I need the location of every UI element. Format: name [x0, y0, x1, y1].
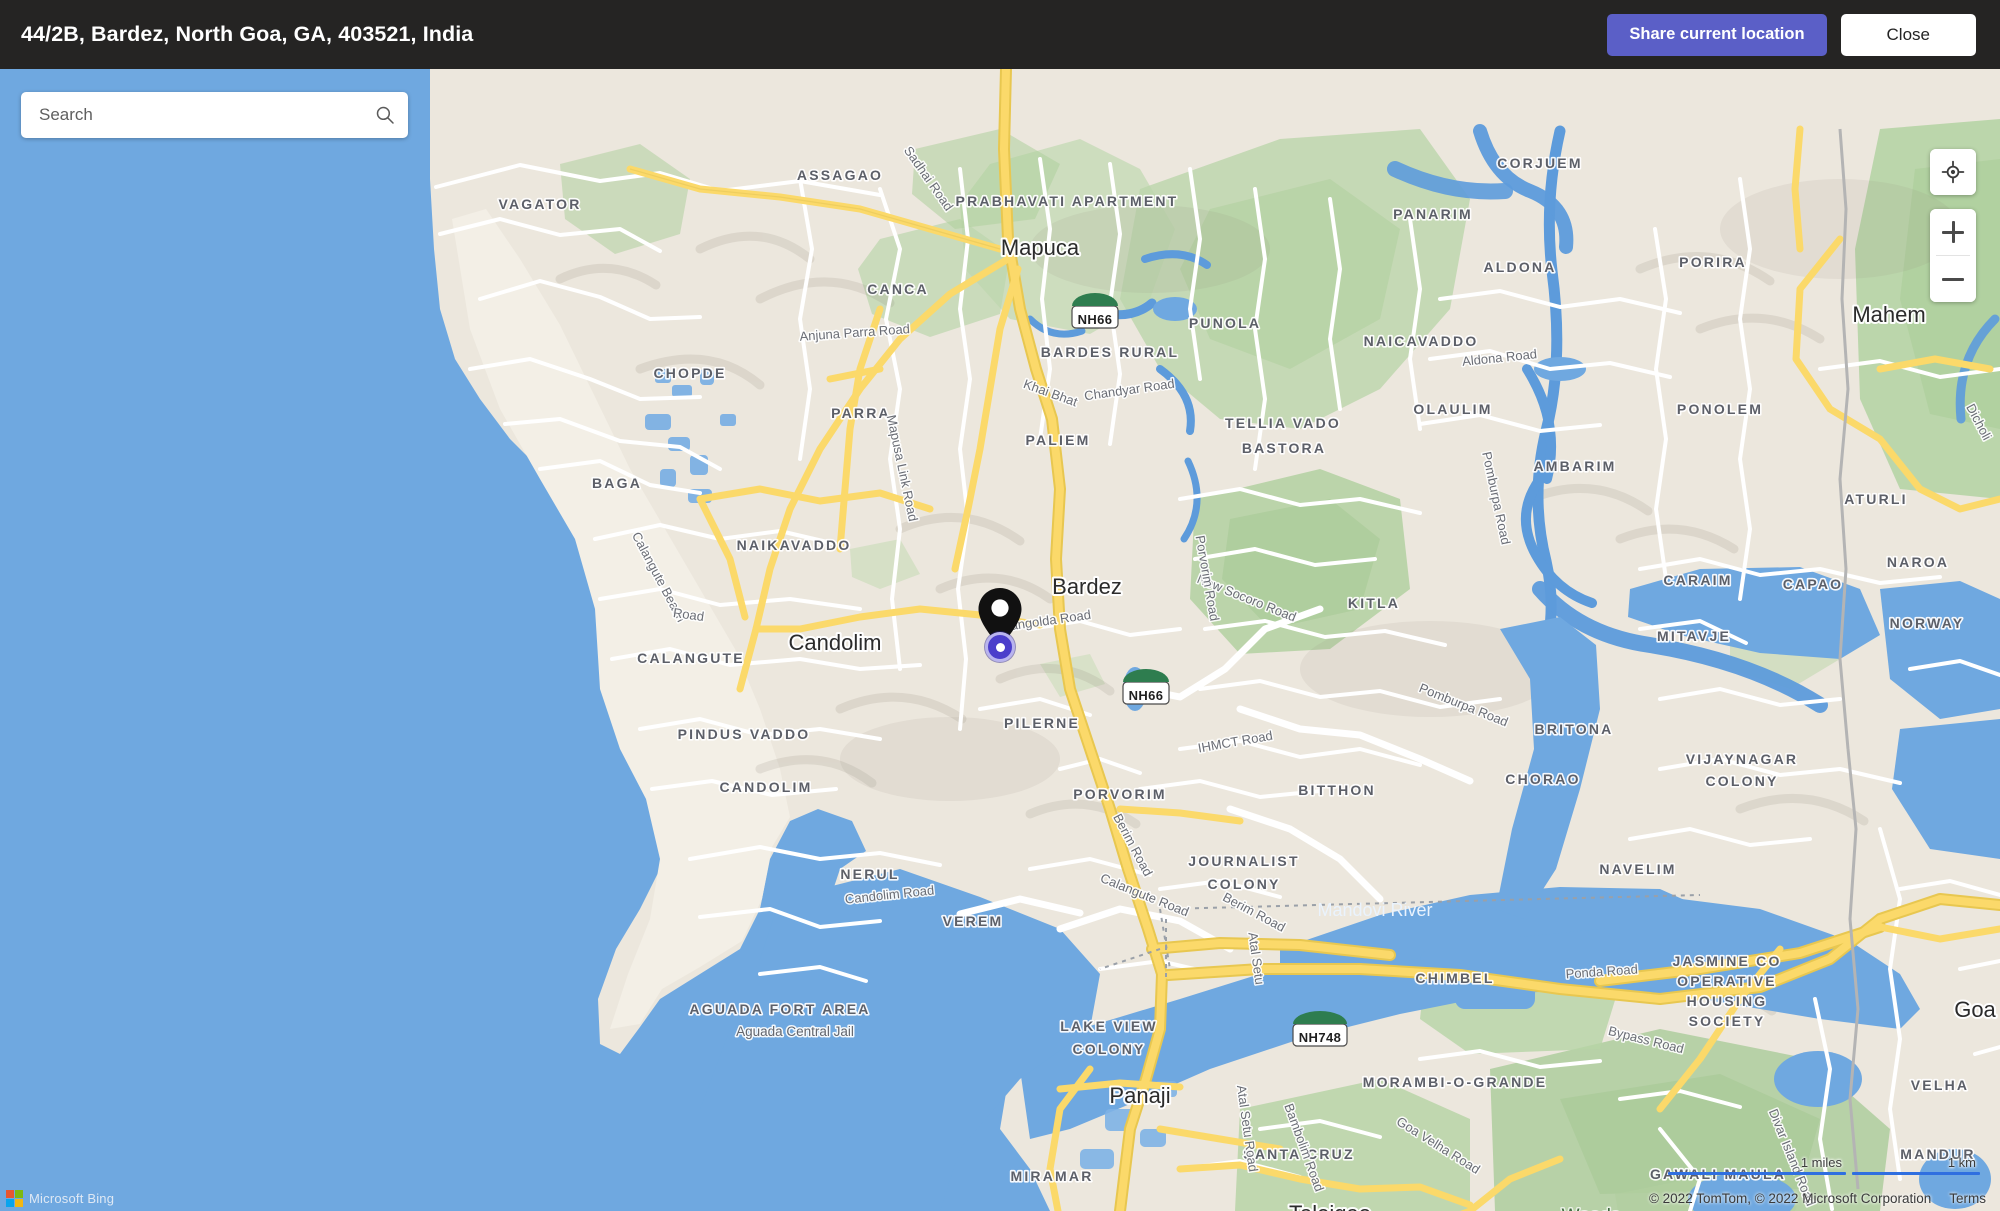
- terms-link[interactable]: Terms: [1949, 1191, 1986, 1206]
- share-current-location-button[interactable]: Share current location: [1607, 13, 1827, 56]
- scale-miles: 1 miles: [1668, 1155, 1846, 1175]
- plus-icon: [1942, 221, 1964, 243]
- page-title: 44/2B, Bardez, North Goa, GA, 403521, In…: [21, 22, 474, 46]
- close-button[interactable]: Close: [1840, 13, 1976, 56]
- search-input[interactable]: [21, 105, 362, 125]
- location-share-app: 44/2B, Bardez, North Goa, GA, 403521, In…: [0, 0, 2000, 1211]
- my-location-icon[interactable]: [1930, 149, 1976, 195]
- header-bar: 44/2B, Bardez, North Goa, GA, 403521, In…: [0, 0, 2000, 69]
- map-controls: [1930, 149, 1976, 302]
- zoom-in-button[interactable]: [1930, 209, 1976, 255]
- bing-logo[interactable]: Microsoft Bing: [6, 1190, 114, 1207]
- scale-bar: 1 miles 1 km: [1668, 1155, 1980, 1175]
- current-location-dot[interactable]: [985, 632, 1015, 662]
- microsoft-squares-icon: [6, 1190, 23, 1207]
- minus-icon: [1942, 268, 1964, 290]
- map-viewport[interactable]: VAGATOR ASSAGAO PRABHAVATI APARTMENT CHOPDE…: [0, 69, 2000, 1211]
- scale-miles-bar: [1668, 1172, 1846, 1175]
- search-icon[interactable]: [362, 92, 408, 138]
- scale-km-label: 1 km: [1947, 1155, 1976, 1170]
- bing-logo-label: Microsoft Bing: [29, 1191, 115, 1206]
- locate-card: [1930, 149, 1976, 195]
- zoom-controls: [1930, 209, 1976, 302]
- header-actions: Share current location Close: [1607, 13, 1976, 56]
- zoom-out-button[interactable]: [1930, 256, 1976, 302]
- attribution-copyright: © 2022 TomTom, © 2022 Microsoft Corporat…: [1648, 1191, 1932, 1206]
- map-attribution: © 2022 TomTom, © 2022 Microsoft Corporat…: [1649, 1191, 1986, 1206]
- scale-km: 1 km: [1852, 1155, 1980, 1175]
- scale-miles-label: 1 miles: [1800, 1155, 1842, 1170]
- scale-km-bar: [1852, 1172, 1980, 1175]
- search-box[interactable]: [21, 92, 408, 138]
